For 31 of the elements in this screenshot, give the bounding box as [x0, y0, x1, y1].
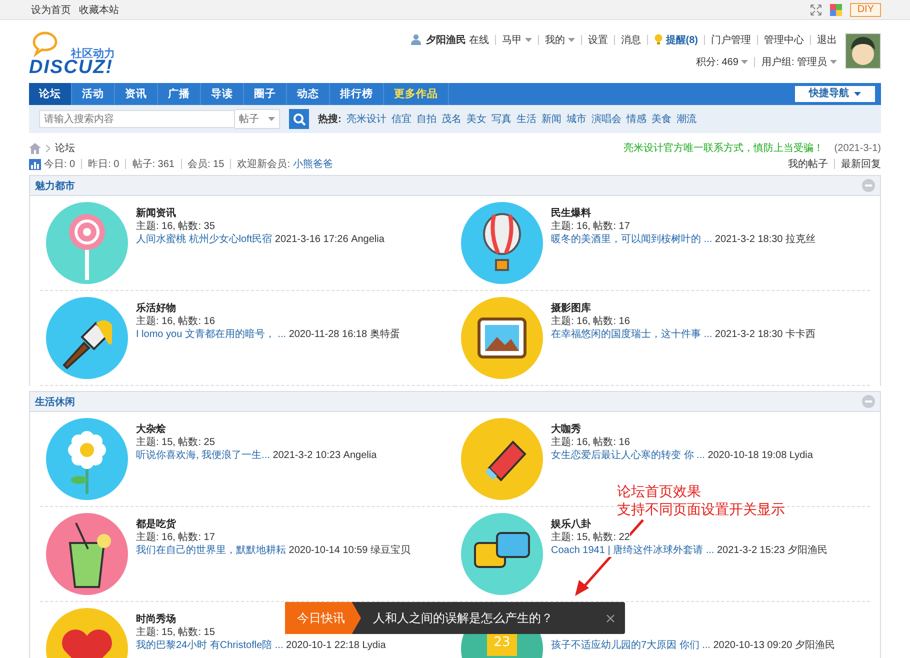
notice-date: (2021-3-1) [834, 142, 881, 154]
forum-counts: 主题: 16, 帖数: 16 [136, 315, 215, 328]
last-post-meta: 2020-10-1 22:18 Lydia [286, 640, 386, 651]
logo-tagline: 社区动力 [71, 46, 115, 60]
forum-counts: 主题: 15, 帖数: 22 [551, 531, 630, 544]
last-post-meta: 2020-10-18 19:08 Lydia [708, 450, 813, 461]
forum-counts: 主题: 16, 帖数: 35 [136, 220, 215, 233]
stat-text: 会员: 15 [188, 158, 224, 171]
last-post-meta: 2021-3-2 18:30 拉克丝 [714, 234, 816, 245]
forum-counts: 主题: 15, 帖数: 15 [136, 626, 215, 639]
hot-search-label: 热搜: [318, 112, 342, 126]
forum-counts: 主题: 16, 帖数: 17 [136, 531, 215, 544]
forum-counts: 主题: 16, 帖数: 17 [551, 220, 630, 233]
last-post-meta: 2021-3-2 18:30 卡卡西 [714, 329, 816, 340]
welcome-text: 欢迎新会员: [237, 158, 290, 171]
last-post-meta: 2020-10-14 10:59 绿豆宝贝 [288, 545, 411, 556]
stat-text: 昨日: 0 [88, 158, 120, 171]
last-post-meta: 2021-3-16 17:26 Angelia [274, 234, 384, 245]
annotation-text: 论坛首页效果 [617, 482, 702, 500]
last-post-meta: 2020-11-28 16:18 奥特蛋 [288, 329, 400, 340]
stat-text: 今日: 0 [44, 158, 76, 171]
stat-text: 帖子: 361 [132, 158, 174, 171]
forum-counts: 主题: 16, 帖数: 16 [551, 436, 630, 449]
last-post-meta: 2020-10-13 09:20 夕阳渔民 [713, 640, 835, 651]
last-post-meta: 2021-3-2 10:23 Angelia [272, 450, 377, 461]
forum-counts: 主题: 15, 帖数: 25 [136, 436, 215, 449]
annotation-text: 支持不同页面设置开关显示 [617, 500, 785, 518]
last-post-meta: 2021-3-2 15:23 夕阳渔民 [716, 545, 828, 556]
online-status: 在线 [468, 34, 489, 46]
forum-counts: 主题: 16, 帖数: 16 [551, 315, 630, 328]
news-label: 今日快讯 [285, 602, 361, 634]
